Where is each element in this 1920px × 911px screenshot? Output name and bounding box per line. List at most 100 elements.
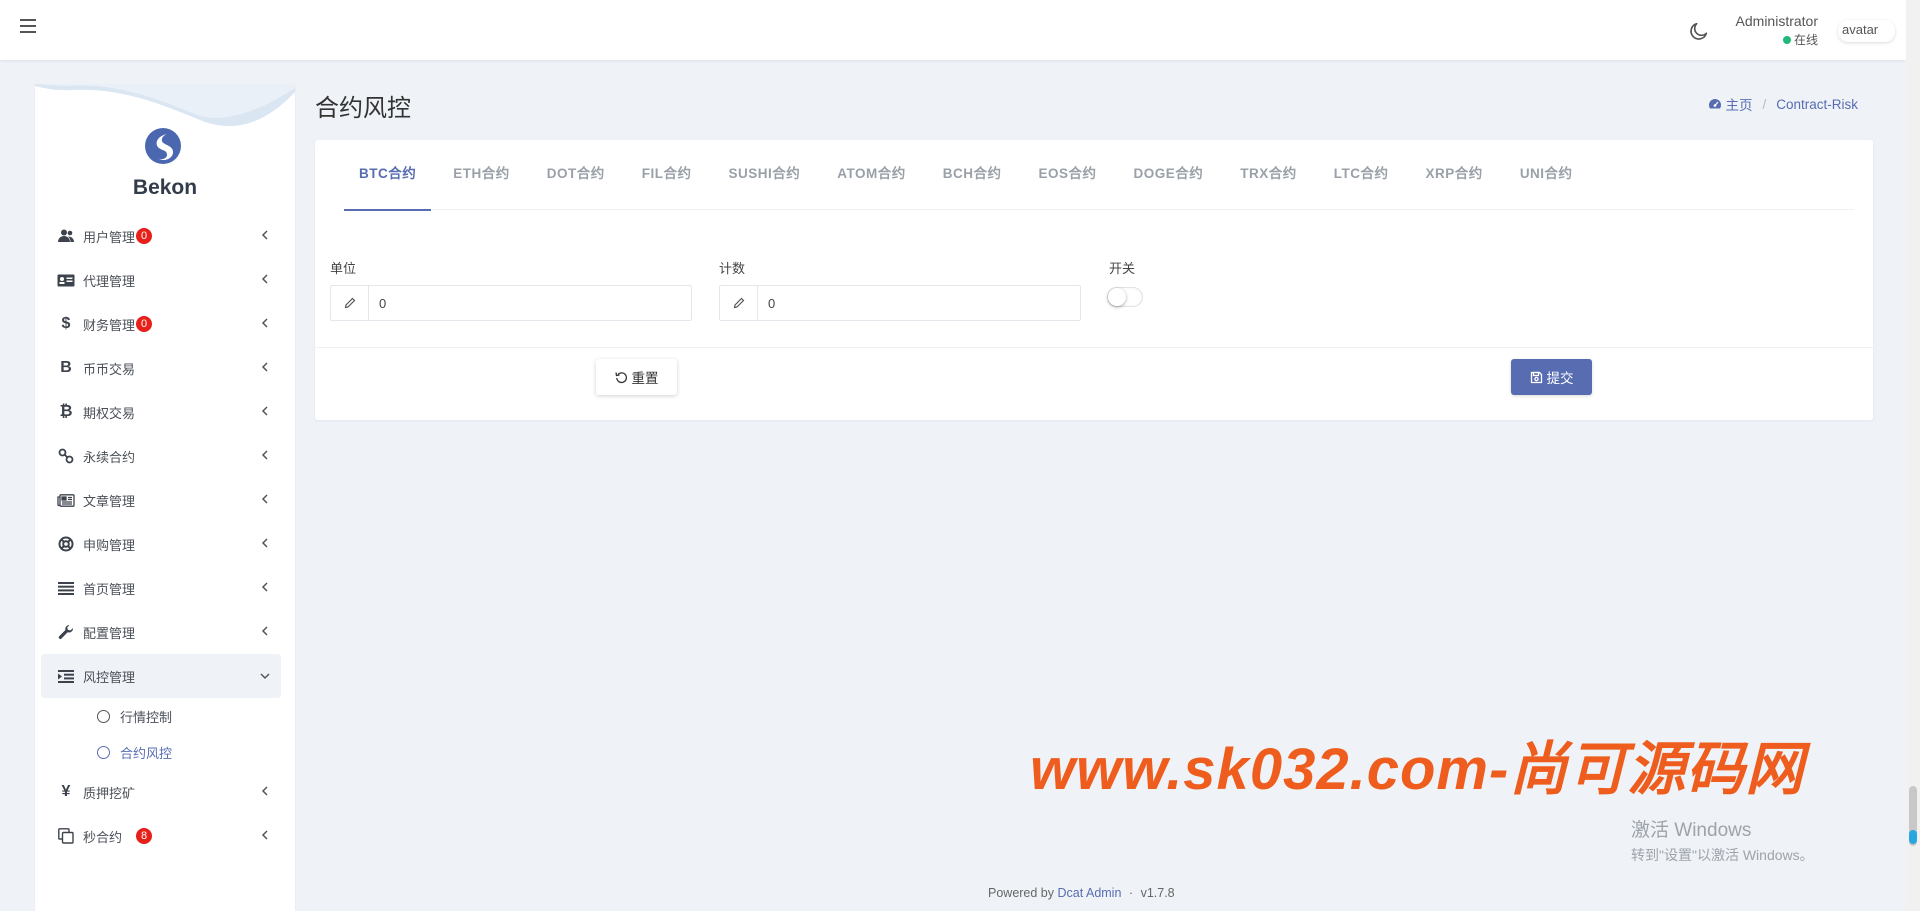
count-input[interactable] xyxy=(758,286,1080,320)
tab-sushi[interactable]: SUSHI合约 xyxy=(714,140,816,210)
user-name: Administrator xyxy=(1735,13,1818,29)
scrollbar-thumb-accent xyxy=(1909,830,1917,844)
tab-ltc[interactable]: LTC合约 xyxy=(1319,140,1404,210)
unit-input-group xyxy=(330,285,692,321)
submenu-item-contract-risk[interactable]: 合约风控 xyxy=(41,734,281,770)
sidebar-item-second-contracts[interactable]: 秒合约 8 xyxy=(41,814,281,858)
tab-trx[interactable]: TRX合约 xyxy=(1225,140,1312,210)
dark-mode-icon[interactable] xyxy=(1688,20,1710,42)
sidebar-item-options-trading[interactable]: ₿ 期权交易 xyxy=(41,390,281,434)
avatar-alt-text: avatar xyxy=(1842,22,1879,37)
yen-icon: ¥ xyxy=(61,783,71,800)
chevron-left-icon xyxy=(261,362,268,372)
breadcrumb: 主页 / Contract-Risk xyxy=(1708,94,1858,114)
circle-icon xyxy=(97,709,110,723)
chevron-left-icon xyxy=(261,830,268,840)
chevron-left-icon xyxy=(261,450,268,460)
pencil-icon xyxy=(331,286,369,320)
chevron-left-icon xyxy=(261,538,268,548)
sidebar-item-label: 配置管理 xyxy=(83,625,136,641)
sidebar-item-label: 首页管理 xyxy=(83,581,136,597)
circle-icon xyxy=(97,745,110,759)
tab-eth[interactable]: ETH合约 xyxy=(438,140,525,210)
brand-logo-icon xyxy=(145,128,181,164)
unit-input[interactable] xyxy=(369,286,691,320)
user-info[interactable]: Administrator 在线 xyxy=(1736,13,1818,48)
sidebar-item-config-management[interactable]: 配置管理 xyxy=(41,610,281,654)
watermark-text: www.sk032.com-尚可源码网 xyxy=(1030,737,1805,802)
sidebar-item-label: 期权交易 xyxy=(83,405,136,421)
sidebar-item-perpetual-contracts[interactable]: 永续合约 xyxy=(41,434,281,478)
tab-atom[interactable]: ATOM合约 xyxy=(822,140,921,210)
chevron-left-icon xyxy=(261,274,268,284)
windows-activation-notice: 激活 Windows 转到"设置"以激活 Windows。 xyxy=(1631,815,1814,865)
sidebar-item-label: 财务管理 xyxy=(83,317,136,333)
b-letter-icon: B xyxy=(60,359,72,376)
submenu-item-market-control[interactable]: 行情控制 xyxy=(41,698,281,734)
sidebar-item-spot-trading[interactable]: B 币币交易 xyxy=(41,346,281,390)
sidebar: Bekon 用户管理 0 代理管理 $ 财务管理 0 B 币币交易 ₿ 期权交易 xyxy=(35,84,295,911)
list-icon xyxy=(56,581,76,595)
sidebar-item-article-management[interactable]: 文章管理 xyxy=(41,478,281,522)
indent-icon xyxy=(56,669,76,683)
sidebar-item-label: 币币交易 xyxy=(83,361,136,377)
newspaper-icon xyxy=(56,493,76,507)
save-icon xyxy=(1530,371,1542,383)
tab-doge[interactable]: DOGE合约 xyxy=(1119,140,1219,210)
brand-name: Bekon xyxy=(132,176,198,199)
notification-badge: 0 xyxy=(136,228,153,244)
sidebar-item-staking-mining[interactable]: ¥ 质押挖矿 xyxy=(41,770,281,814)
dollar-icon: $ xyxy=(61,315,71,332)
notification-badge: 0 xyxy=(136,316,153,332)
notification-badge: 8 xyxy=(136,828,153,844)
chevron-down-icon xyxy=(260,673,270,680)
windows-activation-subtitle: 转到"设置"以激活 Windows。 xyxy=(1631,847,1814,863)
life-ring-icon xyxy=(56,536,76,552)
breadcrumb-home-link[interactable]: 主页 xyxy=(1725,94,1752,114)
tab-eos[interactable]: EOS合约 xyxy=(1024,140,1112,210)
tab-bch[interactable]: BCH合约 xyxy=(928,140,1017,210)
sidebar-item-user-management[interactable]: 用户管理 0 xyxy=(41,214,281,258)
sidebar-item-subscription-management[interactable]: 申购管理 xyxy=(41,522,281,566)
sidebar-item-label: 秒合约 xyxy=(83,829,123,845)
page-scrollbar[interactable] xyxy=(1906,0,1920,911)
sidebar-item-finance-management[interactable]: $ 财务管理 0 xyxy=(41,302,281,346)
chevron-left-icon xyxy=(261,494,268,504)
unit-label: 单位 xyxy=(330,261,357,276)
chevron-left-icon xyxy=(261,786,268,796)
submenu-item-label: 行情控制 xyxy=(120,709,173,725)
windows-activation-title: 激活 Windows xyxy=(1631,820,1752,841)
submit-button[interactable]: 提交 xyxy=(1511,359,1592,395)
undo-icon xyxy=(614,371,627,383)
avatar[interactable]: avatar xyxy=(1838,20,1895,42)
sidebar-item-homepage-management[interactable]: 首页管理 xyxy=(41,566,281,610)
footer-powered-by: Powered by xyxy=(988,886,1055,900)
sidebar-item-label: 用户管理 xyxy=(83,229,136,245)
chevron-left-icon xyxy=(261,406,268,416)
sidebar-item-risk-management[interactable]: 风控管理 xyxy=(41,654,281,698)
wrench-icon xyxy=(56,624,76,640)
divider xyxy=(315,347,1873,348)
tab-xrp[interactable]: XRP合约 xyxy=(1411,140,1498,210)
copy-icon xyxy=(56,828,76,844)
link-icon xyxy=(56,448,76,464)
sidebar-item-label: 风控管理 xyxy=(83,669,136,685)
sidebar-item-agent-management[interactable]: 代理管理 xyxy=(41,258,281,302)
submenu-item-label: 合约风控 xyxy=(120,745,173,761)
reset-button[interactable]: 重置 xyxy=(596,359,677,395)
tab-dot[interactable]: DOT合约 xyxy=(532,140,620,210)
switch-knob xyxy=(1108,288,1126,306)
switch-label: 开关 xyxy=(1109,261,1136,276)
enable-switch[interactable] xyxy=(1107,287,1143,307)
sidebar-header-wave xyxy=(35,84,295,127)
tab-uni[interactable]: UNI合约 xyxy=(1505,140,1588,210)
footer-dcat-link[interactable]: Dcat Admin xyxy=(1058,886,1122,900)
sidebar-menu: 用户管理 0 代理管理 $ 财务管理 0 B 币币交易 ₿ 期权交易 永续合约 xyxy=(41,214,281,858)
tab-fil[interactable]: FIL合约 xyxy=(627,140,707,210)
sidebar-item-label: 申购管理 xyxy=(83,537,136,553)
contract-risk-card: BTC合约 ETH合约 DOT合约 FIL合约 SUSHI合约 ATOM合约 B… xyxy=(315,140,1873,420)
chevron-left-icon xyxy=(261,626,268,636)
sidebar-item-label: 质押挖矿 xyxy=(83,785,136,801)
menu-toggle-icon[interactable] xyxy=(20,19,36,35)
tab-btc[interactable]: BTC合约 xyxy=(344,140,432,211)
